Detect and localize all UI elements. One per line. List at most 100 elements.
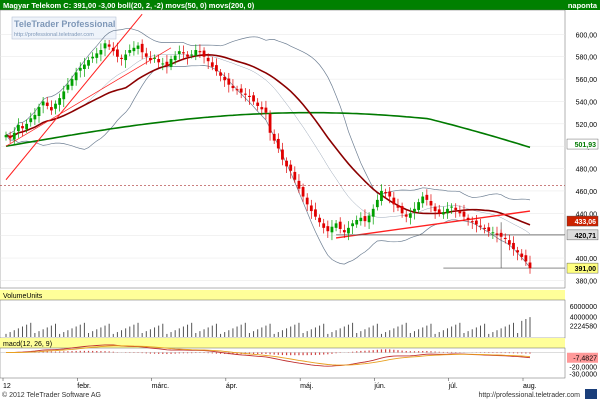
stock-chart: Magyar Telekom C: 391,00 -3,00 boll(20, … bbox=[0, 0, 600, 399]
price-tags: 501,93 433,06 420,71 391,00 bbox=[566, 138, 599, 274]
candle-body bbox=[136, 45, 140, 49]
candle-body bbox=[375, 199, 379, 208]
candle-body bbox=[516, 250, 520, 253]
candle-body bbox=[12, 132, 16, 140]
candle-body bbox=[338, 221, 342, 229]
x-tick-label: júl. bbox=[448, 383, 458, 390]
candle-body bbox=[198, 51, 202, 53]
candle-body bbox=[252, 95, 255, 102]
candle-body bbox=[413, 208, 416, 212]
candle-body bbox=[404, 214, 408, 217]
candle-body bbox=[491, 232, 495, 234]
candle-body bbox=[37, 107, 41, 117]
candle-body bbox=[120, 57, 123, 59]
candle-body bbox=[202, 50, 206, 57]
x-tick-label: márc. bbox=[152, 383, 170, 390]
candle-body bbox=[466, 217, 470, 221]
candle-body bbox=[99, 50, 103, 55]
watermark: TeleTrader Professional http://professio… bbox=[11, 16, 117, 40]
candle-body bbox=[363, 216, 367, 222]
candle-body bbox=[400, 206, 404, 214]
x-axis: 12 febr. márc. ápr. máj. jún. júl. aug. bbox=[2, 378, 537, 390]
candle-body bbox=[342, 230, 346, 233]
candle-body bbox=[74, 72, 78, 81]
candle-body bbox=[256, 102, 260, 106]
candle-body bbox=[25, 123, 29, 130]
candle-body bbox=[243, 93, 247, 95]
candle-body bbox=[235, 89, 239, 91]
candle-body bbox=[268, 113, 272, 133]
candle-body bbox=[281, 149, 284, 160]
candle-body bbox=[470, 221, 474, 223]
candle-body bbox=[326, 226, 330, 232]
teletrader-logo-icon bbox=[585, 389, 597, 399]
candle-body bbox=[239, 88, 243, 93]
x-tick-label: jún. bbox=[373, 383, 385, 390]
candle-body bbox=[33, 114, 37, 120]
candle-body bbox=[210, 62, 214, 67]
ma50-value-tag: 433,06 bbox=[575, 219, 597, 226]
volume-tick-label: 2224580 bbox=[570, 324, 597, 331]
candle-body bbox=[301, 187, 305, 197]
candle-body bbox=[107, 44, 111, 47]
candle-body bbox=[297, 180, 301, 189]
candle-body bbox=[95, 53, 99, 58]
price-panel: 600,00580,00560,00540,00520,00500,00480,… bbox=[0, 9, 599, 289]
timeframe-label: naponta bbox=[568, 1, 598, 10]
candle-body bbox=[499, 232, 503, 237]
candle-body bbox=[186, 54, 189, 57]
x-tick-label: aug. bbox=[523, 383, 537, 390]
candle-body bbox=[384, 192, 387, 194]
volume-tick-label: 6000000 bbox=[570, 304, 597, 311]
candle-body bbox=[111, 47, 115, 52]
candle-body bbox=[408, 213, 412, 218]
candle-body bbox=[396, 205, 400, 208]
candle-body bbox=[62, 91, 66, 100]
price-tick-label: 560,00 bbox=[576, 77, 598, 84]
candle-body bbox=[223, 76, 227, 81]
footer-url: http://professional.teletrader.com bbox=[478, 392, 580, 399]
candle-body bbox=[165, 61, 169, 66]
candle-body bbox=[441, 212, 445, 215]
candle-body bbox=[458, 211, 462, 214]
candle-body bbox=[479, 225, 482, 227]
candle-body bbox=[371, 208, 375, 217]
candle-body bbox=[322, 223, 326, 228]
candle-body bbox=[194, 50, 198, 56]
candle-body bbox=[227, 78, 231, 85]
candle-body bbox=[157, 58, 161, 63]
ma200-value-tag: 501,93 bbox=[575, 142, 597, 149]
candle-body bbox=[248, 95, 251, 97]
candle-body bbox=[45, 102, 49, 106]
candle-body bbox=[177, 51, 181, 54]
price-tick-label: 520,00 bbox=[576, 122, 598, 129]
candle-body bbox=[285, 160, 288, 167]
candle-body bbox=[144, 53, 148, 57]
candle-body bbox=[128, 50, 132, 53]
candle-body bbox=[417, 202, 420, 210]
candle-body bbox=[54, 103, 57, 109]
last-price-tag: 391,00 bbox=[575, 266, 597, 273]
candle-body bbox=[190, 54, 194, 56]
candle-body bbox=[82, 64, 86, 70]
candle-body bbox=[41, 101, 45, 106]
candle-body bbox=[264, 107, 268, 113]
candle-body bbox=[454, 207, 458, 210]
candle-body bbox=[293, 171, 297, 180]
volume-header bbox=[0, 290, 565, 300]
candle-body bbox=[437, 209, 441, 214]
volume-title: VolumeUnits bbox=[3, 293, 43, 300]
candle-body bbox=[474, 220, 478, 225]
candle-body bbox=[330, 226, 334, 233]
candle-body bbox=[520, 253, 524, 257]
price-tick-label: 480,00 bbox=[576, 167, 598, 174]
candle-body bbox=[305, 197, 309, 205]
candle-body bbox=[260, 107, 264, 110]
candle-body bbox=[503, 237, 507, 240]
macd-tick-label: -20,0000 bbox=[569, 365, 597, 372]
candle-body bbox=[49, 107, 53, 111]
candle-body bbox=[309, 205, 313, 212]
candle-body bbox=[173, 55, 177, 61]
volume-tick-label: 4000000 bbox=[570, 314, 597, 321]
candle-body bbox=[219, 72, 222, 76]
